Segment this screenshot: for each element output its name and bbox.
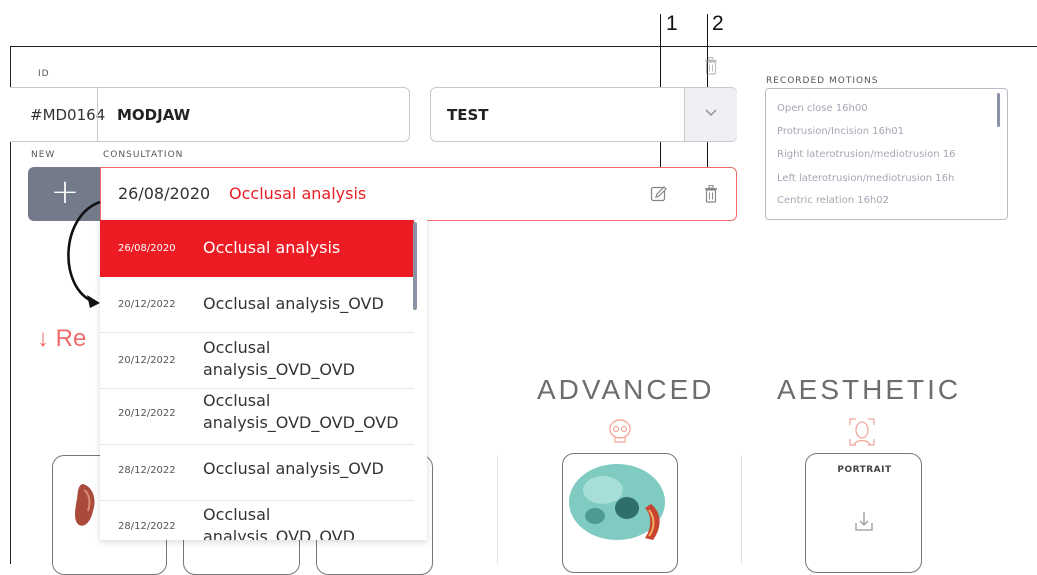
id-divider	[97, 88, 98, 141]
consultation-date: 26/08/2020	[118, 184, 211, 203]
dropdown-item-date: 28/12/2022	[118, 521, 176, 532]
dropdown-item[interactable]: 20/12/2022 Occlusal analysis_OVD_OVD_OVD	[100, 388, 414, 445]
teeth-model-thumbnail	[75, 484, 95, 526]
face-portrait-icon	[849, 418, 875, 446]
motion-item[interactable]: Left laterotrusion/mediotrusion 16h	[777, 173, 954, 184]
dropdown-item-name: Occlusal analysis_OVD_OVD_OVD	[203, 391, 399, 432]
callout-number-1: 1	[666, 12, 678, 35]
skull-3d-thumbnail	[569, 464, 665, 540]
patient-id-value: #MD0164	[30, 106, 106, 124]
motion-item[interactable]: Protrusion/Incision 16h01	[777, 126, 904, 137]
patient-name-value: MODJAW	[117, 106, 191, 124]
partial-heading: ↓ Re	[37, 325, 87, 352]
app-frame-top	[10, 46, 1037, 47]
download-icon[interactable]	[854, 510, 874, 532]
dropdown-item[interactable]: 20/12/2022 Occlusal analysis_OVD_OVD	[100, 332, 414, 389]
motion-item[interactable]: Right laterotrusion/mediotrusion 16	[777, 149, 956, 160]
motion-item[interactable]: Centric relation 16h02	[777, 195, 889, 206]
consultation-label: CONSULTATION	[103, 150, 184, 160]
dropdown-item-date: 20/12/2022	[118, 408, 176, 419]
advanced-skull-card[interactable]	[562, 453, 678, 573]
edit-icon[interactable]	[650, 185, 668, 203]
trash-icon-top[interactable]	[703, 56, 719, 76]
callout-number-2: 2	[712, 12, 724, 35]
consultation-dropdown[interactable]: 26/08/2020 Occlusal analysis 20/12/2022 …	[100, 220, 427, 540]
dropdown-item[interactable]: 28/12/2022 Occlusal analysis_OVD	[100, 444, 414, 501]
section-divider-2	[741, 455, 742, 564]
motions-scrollbar[interactable]	[997, 93, 1000, 127]
dropdown-item-date: 20/12/2022	[118, 355, 176, 366]
dropdown-item-name: Occlusal analysis_OVD_OVD	[203, 338, 355, 379]
dropdown-item-name: Occlusal analysis	[203, 238, 341, 257]
skull-icon	[609, 419, 631, 443]
recorded-motions-list[interactable]: Open close 16h00 Protrusion/Incision 16h…	[765, 88, 1008, 220]
dropdown-item-name: Occlusal analysis_OVD	[203, 459, 384, 478]
dropdown-item[interactable]: 28/12/2022 Occlusal analysis_OVD_OVD	[100, 500, 414, 540]
advanced-title: ADVANCED	[537, 374, 715, 405]
dropdown-item-date: 28/12/2022	[118, 465, 176, 476]
dropdown-item-name: Occlusal analysis_OVD	[203, 294, 384, 313]
dropdown-item[interactable]: 20/12/2022 Occlusal analysis_OVD	[100, 276, 414, 333]
test-dropdown-value: TEST	[447, 106, 489, 124]
chevron-down-icon	[705, 109, 717, 116]
dropdown-item-date: 26/08/2020	[118, 243, 176, 254]
new-label: NEW	[31, 150, 56, 160]
recorded-motions-label: RECORDED MOTIONS	[766, 76, 879, 86]
motion-item[interactable]: Open close 16h00	[777, 103, 868, 114]
portrait-card[interactable]: PORTRAIT	[805, 453, 922, 573]
dropdown-item-date: 20/12/2022	[118, 299, 176, 310]
test-dropdown[interactable]: TEST	[430, 87, 737, 142]
aesthetic-title: AESTHETIC	[777, 374, 962, 405]
portrait-label: PORTRAIT	[837, 465, 892, 475]
section-divider-1	[497, 455, 498, 564]
id-label: ID	[38, 69, 50, 79]
consultation-select[interactable]: 26/08/2020 Occlusal analysis	[100, 167, 737, 221]
patient-id-field[interactable]: #MD0164 MODJAW	[10, 87, 410, 142]
dropdown-item-selected[interactable]: 26/08/2020 Occlusal analysis	[100, 220, 414, 277]
dropdown-item-name: Occlusal analysis_OVD_OVD	[203, 505, 355, 540]
consultation-name: Occlusal analysis	[229, 184, 367, 203]
dropdown-scrollbar[interactable]	[413, 222, 417, 310]
dropdown-toggle[interactable]	[684, 88, 737, 141]
trash-icon[interactable]	[703, 184, 719, 204]
